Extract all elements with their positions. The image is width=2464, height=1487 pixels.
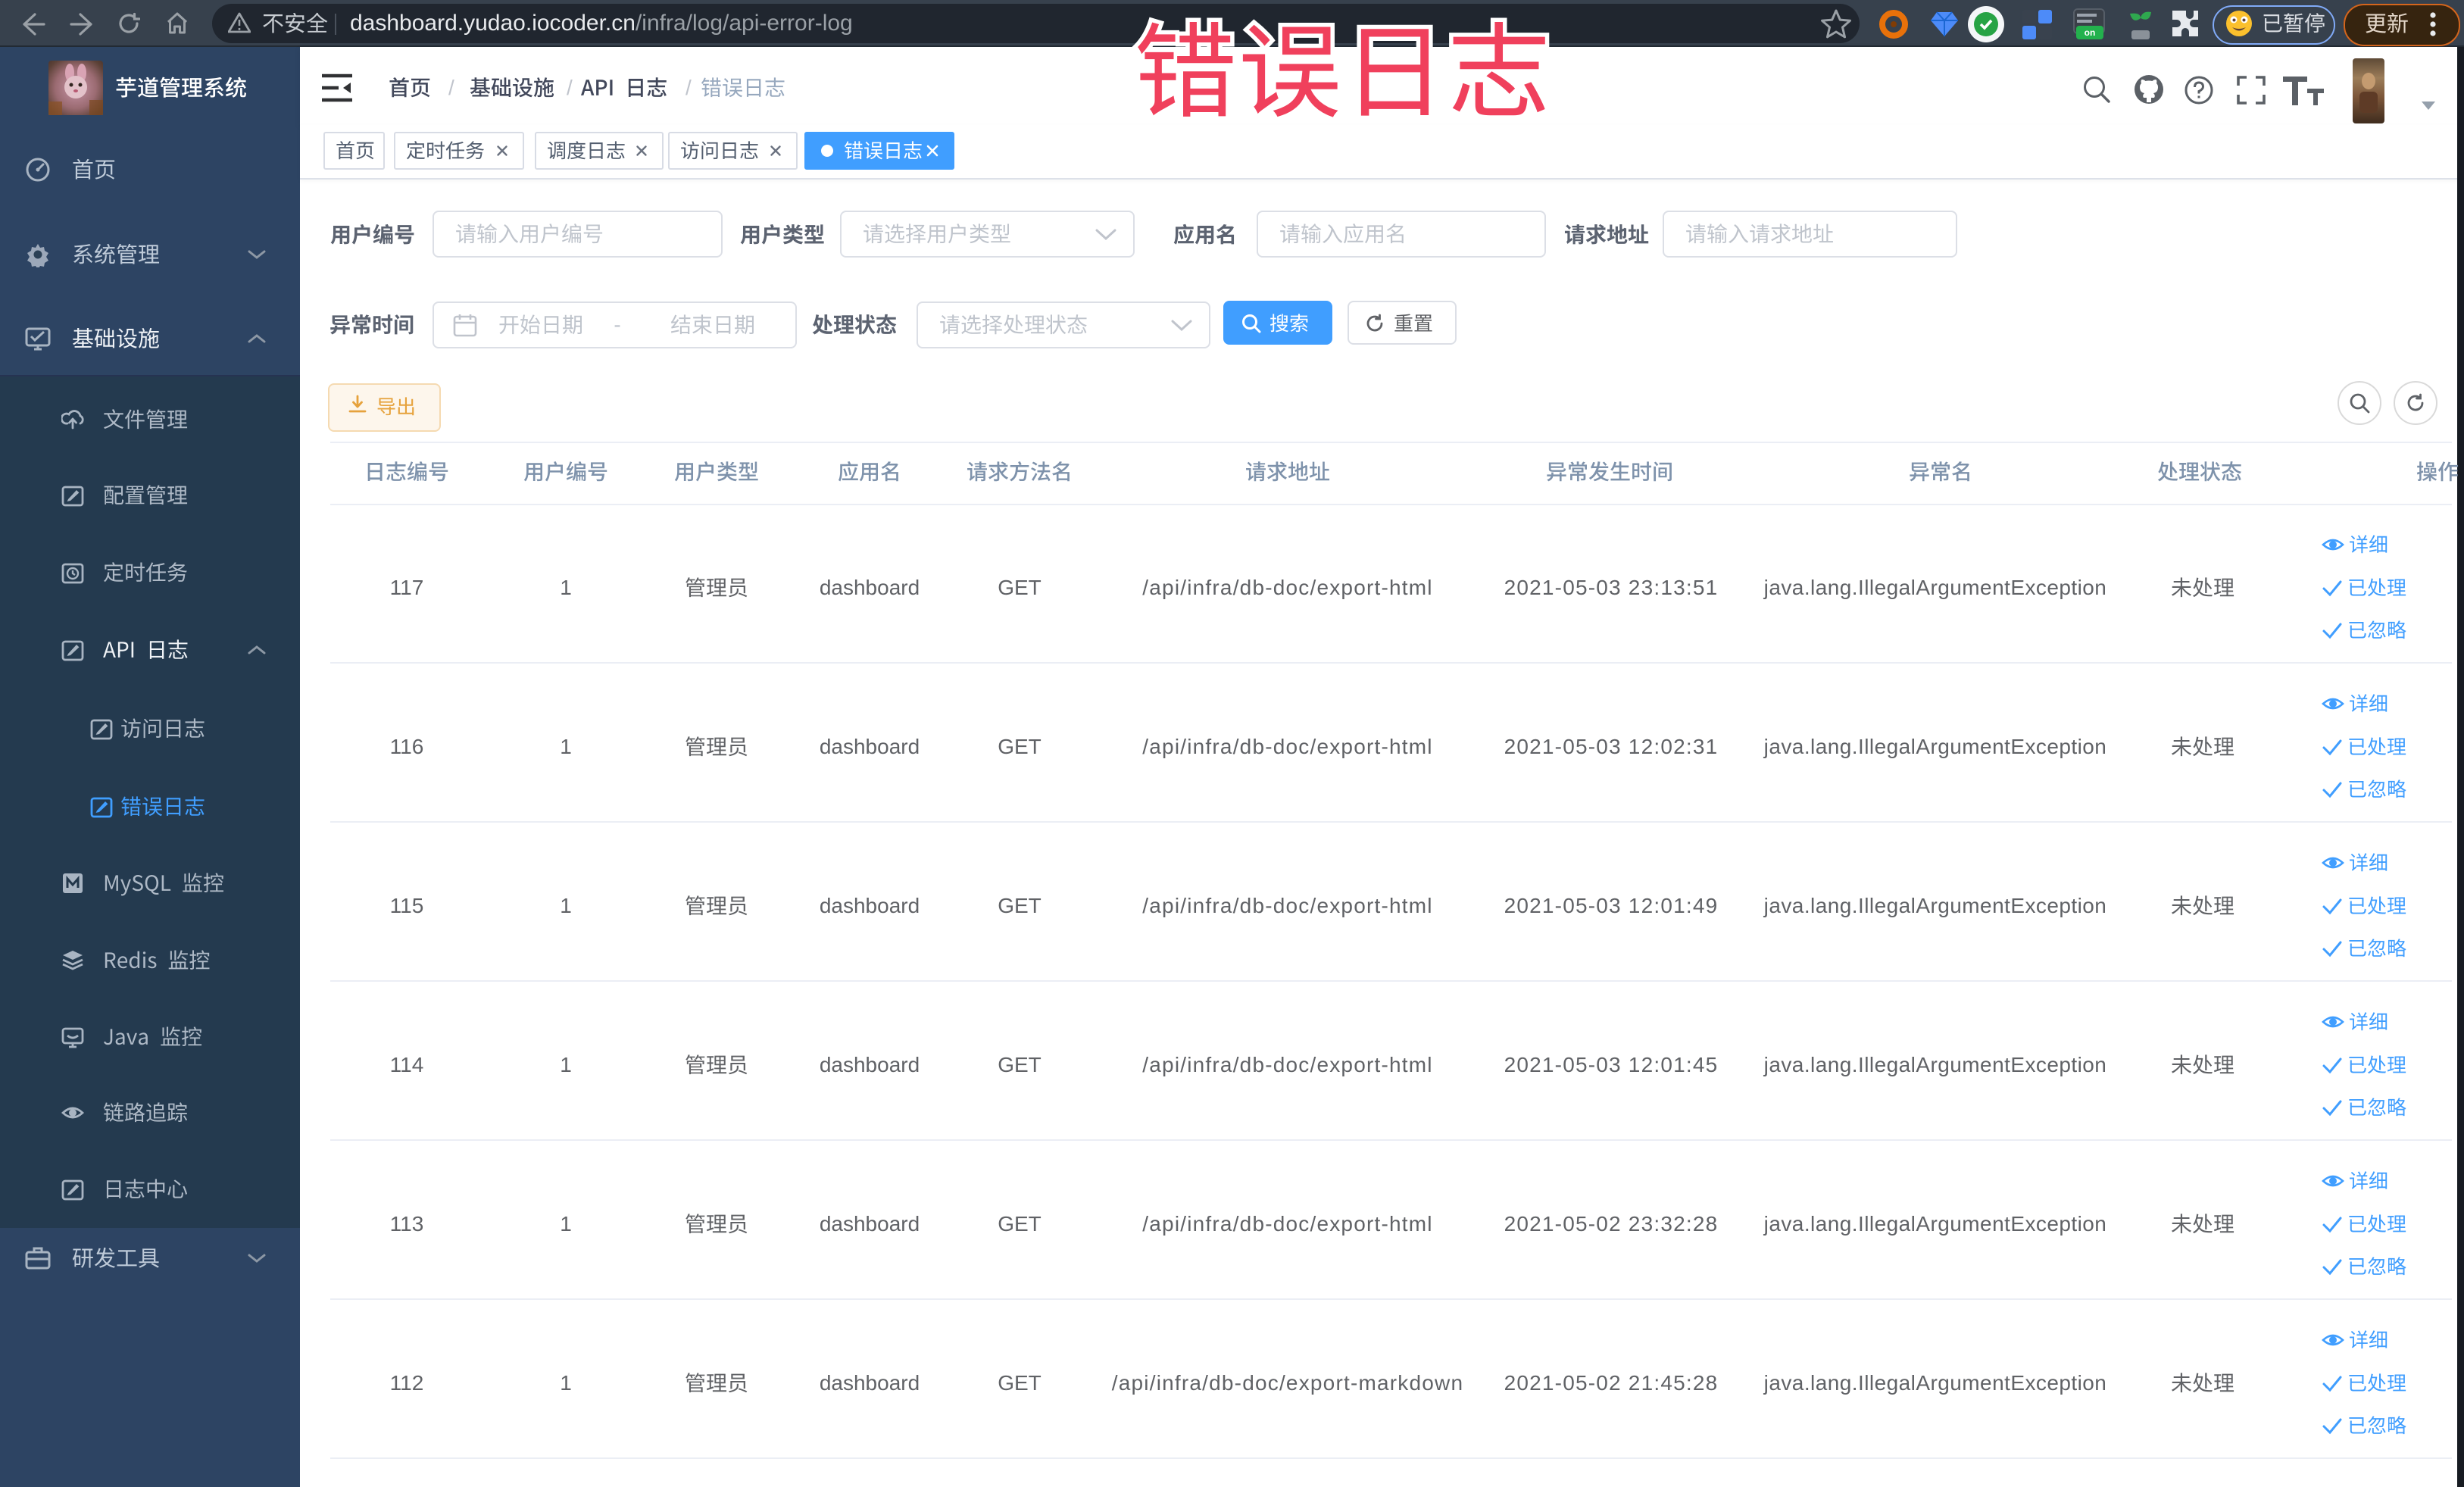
svg-text:on: on — [2085, 27, 2096, 38]
